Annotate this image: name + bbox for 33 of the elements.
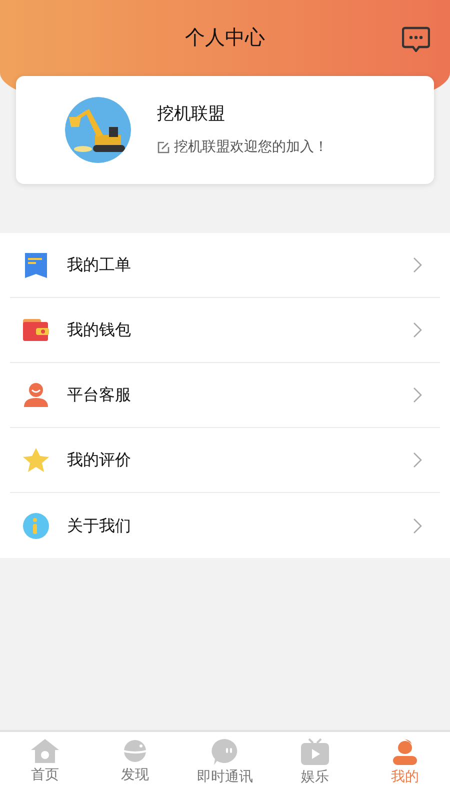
menu-item[interactable]: 我的工单 xyxy=(10,233,440,298)
document-icon xyxy=(23,252,49,278)
menu-label: 我的评价 xyxy=(67,449,132,471)
menu-item[interactable]: 关于我们 xyxy=(10,493,440,558)
chevron-right-icon xyxy=(413,387,422,403)
info-icon xyxy=(22,512,50,540)
page-title: 个人中心 xyxy=(185,24,265,51)
tv-play-icon xyxy=(300,738,330,766)
menu-item[interactable]: 我的评价 xyxy=(10,428,440,493)
chevron-right-icon xyxy=(413,322,422,338)
menu-item[interactable]: 我的钱包 xyxy=(10,298,440,363)
edit-icon[interactable] xyxy=(157,141,170,154)
person-icon xyxy=(392,738,418,766)
tab[interactable]: 娱乐 xyxy=(270,732,360,800)
chevron-right-icon xyxy=(413,518,422,534)
wallet-icon xyxy=(22,318,50,342)
chevron-right-icon xyxy=(413,452,422,468)
menu-label: 平台客服 xyxy=(67,384,132,406)
tab[interactable]: 即时通讯 xyxy=(180,732,270,800)
tab[interactable]: 首页 xyxy=(0,732,90,800)
person-icon xyxy=(22,382,50,408)
chat-bubble-icon xyxy=(211,738,239,766)
star-icon xyxy=(22,447,50,473)
user-motto: 挖机联盟欢迎您的加入！ xyxy=(174,138,328,158)
menu-label: 我的钱包 xyxy=(67,319,132,341)
chevron-right-icon xyxy=(413,257,422,273)
tab[interactable]: 发现 xyxy=(90,732,180,800)
house-icon xyxy=(30,738,60,764)
menu-label: 关于我们 xyxy=(67,514,132,536)
user-name: 挖机联盟 xyxy=(157,102,226,126)
message-icon[interactable] xyxy=(402,26,430,52)
menu-label: 我的工单 xyxy=(67,254,132,276)
menu-item[interactable]: 平台客服 xyxy=(10,363,440,428)
